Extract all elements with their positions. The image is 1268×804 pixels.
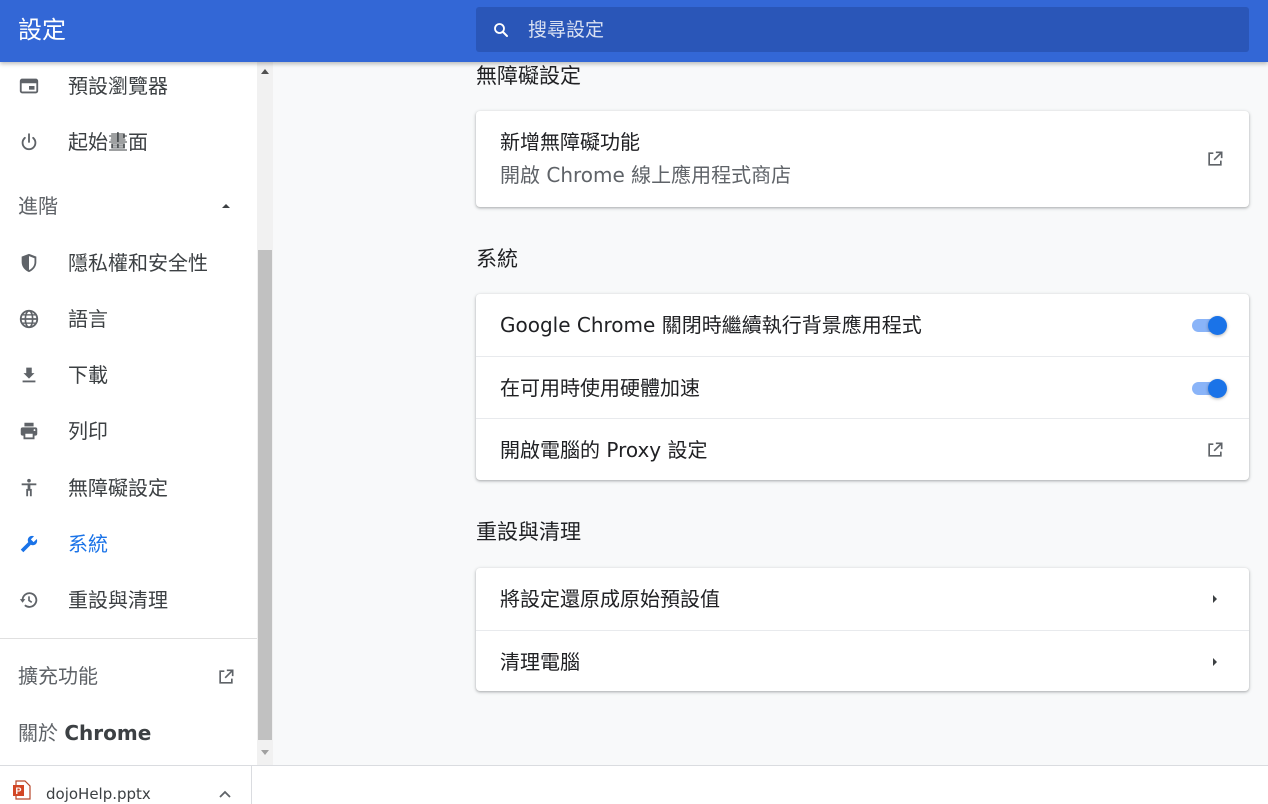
sidebar-item-label: 起始畫面 xyxy=(68,130,148,154)
section-title-accessibility: 無障礙設定 xyxy=(476,64,581,88)
sidebar-item-label: 無障礙設定 xyxy=(68,476,168,500)
sidebar-scrollbar[interactable] xyxy=(257,62,273,765)
section-title-reset: 重設與清理 xyxy=(476,520,581,544)
page-title: 設定 xyxy=(18,16,66,44)
power-icon xyxy=(21,133,37,151)
sidebar-item-label: 隱私權和安全性 xyxy=(68,251,208,275)
history-icon xyxy=(19,592,38,608)
external-link-icon xyxy=(1208,151,1223,166)
card-accessibility: 新增無障礙功能 開啟 Chrome 線上應用程式商店 xyxy=(476,111,1249,207)
chevron-right-icon xyxy=(1213,658,1217,666)
sidebar-item-label: 系統 xyxy=(68,532,108,556)
row-label: 將設定還原成原始預設值 xyxy=(500,587,720,611)
sidebar-item-reset[interactable]: 重設與清理 xyxy=(0,576,257,624)
background-apps-toggle[interactable] xyxy=(1190,313,1227,337)
about-prefix: 關於 xyxy=(18,721,65,745)
row-label: 清理電腦 xyxy=(500,650,580,674)
add-accessibility-features-row[interactable]: 新增無障礙功能 開啟 Chrome 線上應用程式商店 xyxy=(476,111,1249,207)
sidebar-item-default-browser[interactable]: 預設瀏覽器 xyxy=(0,62,257,110)
hardware-acceleration-row[interactable]: 在可用時使用硬體加速 xyxy=(476,356,1249,418)
caret-up-icon xyxy=(222,204,230,208)
sidebar-item-downloads[interactable]: 下載 xyxy=(0,351,257,399)
section-title-system: 系統 xyxy=(476,247,518,271)
chevron-up-icon[interactable] xyxy=(219,790,231,798)
browser-window-icon xyxy=(19,78,39,94)
scrollbar-thumb[interactable] xyxy=(258,250,272,740)
sidebar-item-label: 擴充功能 xyxy=(18,664,98,688)
svg-text:P: P xyxy=(15,786,21,796)
external-link-icon xyxy=(219,669,234,684)
sidebar-advanced-toggle[interactable]: 進階 xyxy=(0,182,257,230)
row-label: 開啟電腦的 Proxy 設定 xyxy=(500,438,708,462)
sidebar-item-extensions[interactable]: 擴充功能 xyxy=(0,652,257,700)
download-icon xyxy=(22,367,36,383)
proxy-settings-row[interactable]: 開啟電腦的 Proxy 設定 xyxy=(476,418,1249,480)
sidebar-item-label: 下載 xyxy=(68,363,108,387)
sidebar-item-label: 重設與清理 xyxy=(68,588,168,612)
wrench-icon xyxy=(20,535,38,553)
toggle-knob xyxy=(1208,379,1227,398)
row-subtitle: 開啟 Chrome 線上應用程式商店 xyxy=(500,163,792,187)
sidebar-item-label: 預設瀏覽器 xyxy=(68,74,168,98)
accessibility-icon xyxy=(21,478,37,497)
settings-window: 設定 預設瀏覽器 起始畫面 進階 xyxy=(0,0,1268,804)
sidebar-item-privacy[interactable]: 隱私權和安全性 xyxy=(0,239,257,287)
external-link-icon xyxy=(1208,442,1223,457)
sidebar-advanced-label: 進階 xyxy=(18,194,58,218)
search-box[interactable] xyxy=(476,7,1249,52)
sidebar-item-system[interactable]: 系統 xyxy=(0,520,257,568)
globe-icon xyxy=(19,309,39,329)
sidebar-item-languages[interactable]: 語言 xyxy=(0,295,257,343)
settings-header: 設定 xyxy=(0,0,1268,62)
hardware-acceleration-toggle[interactable] xyxy=(1190,376,1227,400)
search-input[interactable] xyxy=(528,7,1228,52)
sidebar-item-accessibility[interactable]: 無障礙設定 xyxy=(0,464,257,512)
card-system: Google Chrome 關閉時繼續執行背景應用程式 在可用時使用硬體加速 開… xyxy=(476,294,1249,480)
download-item[interactable]: P dojoHelp.pptx xyxy=(0,766,252,804)
sidebar: 預設瀏覽器 起始畫面 進階 隱私權和安全性 語言 下載 列印 無障礙設定 系統 … xyxy=(0,62,257,765)
sidebar-item-label: 語言 xyxy=(68,307,108,331)
row-title: 新增無障礙功能 xyxy=(500,130,640,154)
shield-icon xyxy=(21,253,37,273)
sidebar-item-label: 列印 xyxy=(68,419,108,443)
restore-defaults-row[interactable]: 將設定還原成原始預設值 xyxy=(476,568,1249,630)
scroll-down-arrow-icon[interactable] xyxy=(261,750,269,756)
clean-up-computer-row[interactable]: 清理電腦 xyxy=(476,630,1249,692)
background-apps-row[interactable]: Google Chrome 關閉時繼續執行背景應用程式 xyxy=(476,294,1249,356)
search-icon xyxy=(494,23,508,37)
chevron-right-icon xyxy=(1213,595,1217,603)
scroll-up-arrow-icon[interactable] xyxy=(261,68,269,74)
powerpoint-file-icon: P xyxy=(13,780,31,800)
row-label: 在可用時使用硬體加速 xyxy=(500,376,700,400)
sidebar-item-startup[interactable]: 起始畫面 xyxy=(0,118,257,166)
card-reset: 將設定還原成原始預設值 清理電腦 xyxy=(476,568,1249,691)
toggle-knob xyxy=(1208,316,1227,335)
settings-main: 無障礙設定 新增無障礙功能 開啟 Chrome 線上應用程式商店 系統 Goog… xyxy=(273,62,1268,765)
row-label: Google Chrome 關閉時繼續執行背景應用程式 xyxy=(500,313,922,337)
about-brand: Chrome xyxy=(64,721,152,745)
sidebar-divider xyxy=(0,638,257,639)
sidebar-item-about-chrome[interactable]: 關於 Chrome xyxy=(18,719,151,747)
download-filename: dojoHelp.pptx xyxy=(46,785,151,803)
printer-icon xyxy=(20,422,38,440)
download-shelf: P dojoHelp.pptx xyxy=(0,765,1268,804)
sidebar-item-printing[interactable]: 列印 xyxy=(0,407,257,455)
